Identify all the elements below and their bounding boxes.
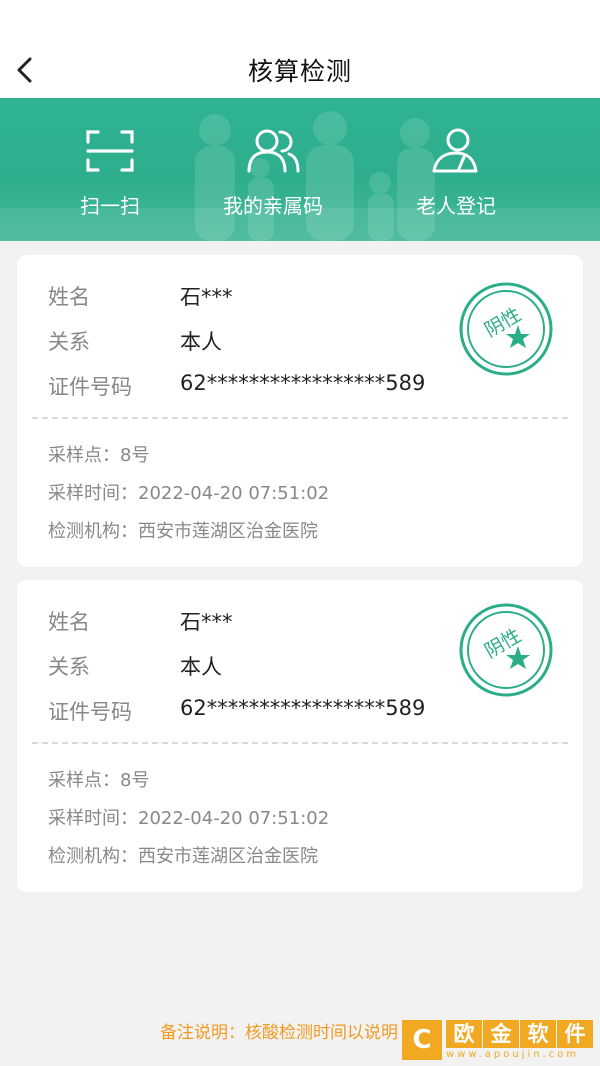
divider — [32, 417, 568, 419]
scan-action[interactable]: 扫一扫 — [80, 126, 140, 219]
relatives-code-action[interactable]: 我的亲属码 — [223, 126, 323, 219]
relatives-code-label: 我的亲属码 — [223, 194, 323, 218]
sampling-site: 采样点：8号 — [48, 445, 150, 466]
name-value: 石*** — [180, 285, 233, 309]
sampling-time: 采样时间：2022-04-20 07:51:02 — [48, 483, 330, 504]
testing-institution: 检测机构：西安市莲湖区治金医院 — [48, 521, 318, 542]
watermark-url: www.apoujin.com — [446, 1049, 580, 1060]
watermark-char: 欧 — [446, 1020, 482, 1048]
quick-actions-banner: 扫一扫 我的亲属码 老人登记 — [0, 98, 600, 241]
test-record-card: 姓名 石*** 关系 本人 证件号码 62*****************58… — [17, 580, 583, 892]
watermark-char: 金 — [483, 1020, 519, 1048]
scan-label: 扫一扫 — [80, 194, 140, 218]
elderly-icon — [432, 128, 478, 173]
relation-label: 关系 — [48, 330, 90, 354]
divider — [32, 742, 568, 744]
relation-label: 关系 — [48, 655, 90, 679]
name-label: 姓名 — [48, 610, 90, 634]
elderly-register-action[interactable]: 老人登记 — [416, 126, 496, 219]
watermark-char: 件 — [557, 1020, 593, 1048]
relation-value: 本人 — [180, 330, 222, 354]
sampling-site: 采样点：8号 — [48, 770, 150, 791]
sampling-time: 采样时间：2022-04-20 07:51:02 — [48, 808, 330, 829]
name-value: 石*** — [180, 610, 233, 634]
watermark-logo-mark: C — [402, 1020, 442, 1060]
id-value: 62*****************589 — [180, 696, 426, 720]
page-title: 核算检测 — [247, 57, 352, 86]
nav-bar: 核算检测 — [0, 0, 600, 98]
watermark-char: 软 — [520, 1020, 556, 1048]
negative-result-stamp: 阴性 — [459, 282, 553, 376]
id-value: 62*****************589 — [180, 371, 426, 395]
elderly-register-label: 老人登记 — [416, 194, 496, 218]
id-label: 证件号码 — [48, 375, 132, 399]
id-label: 证件号码 — [48, 700, 132, 724]
remark-note: 备注说明：核酸检测时间以说明 — [160, 1023, 398, 1043]
name-label: 姓名 — [48, 285, 90, 309]
testing-institution: 检测机构：西安市莲湖区治金医院 — [48, 846, 318, 867]
relation-value: 本人 — [180, 655, 222, 679]
relatives-icon — [247, 129, 300, 173]
negative-result-stamp: 阴性 — [459, 603, 553, 697]
scan-icon — [86, 130, 134, 172]
watermark-logo: C 欧 金 软 件 www.apoujin.com — [402, 1018, 596, 1062]
test-record-card: 姓名 石*** 关系 本人 证件号码 62*****************58… — [17, 255, 583, 567]
